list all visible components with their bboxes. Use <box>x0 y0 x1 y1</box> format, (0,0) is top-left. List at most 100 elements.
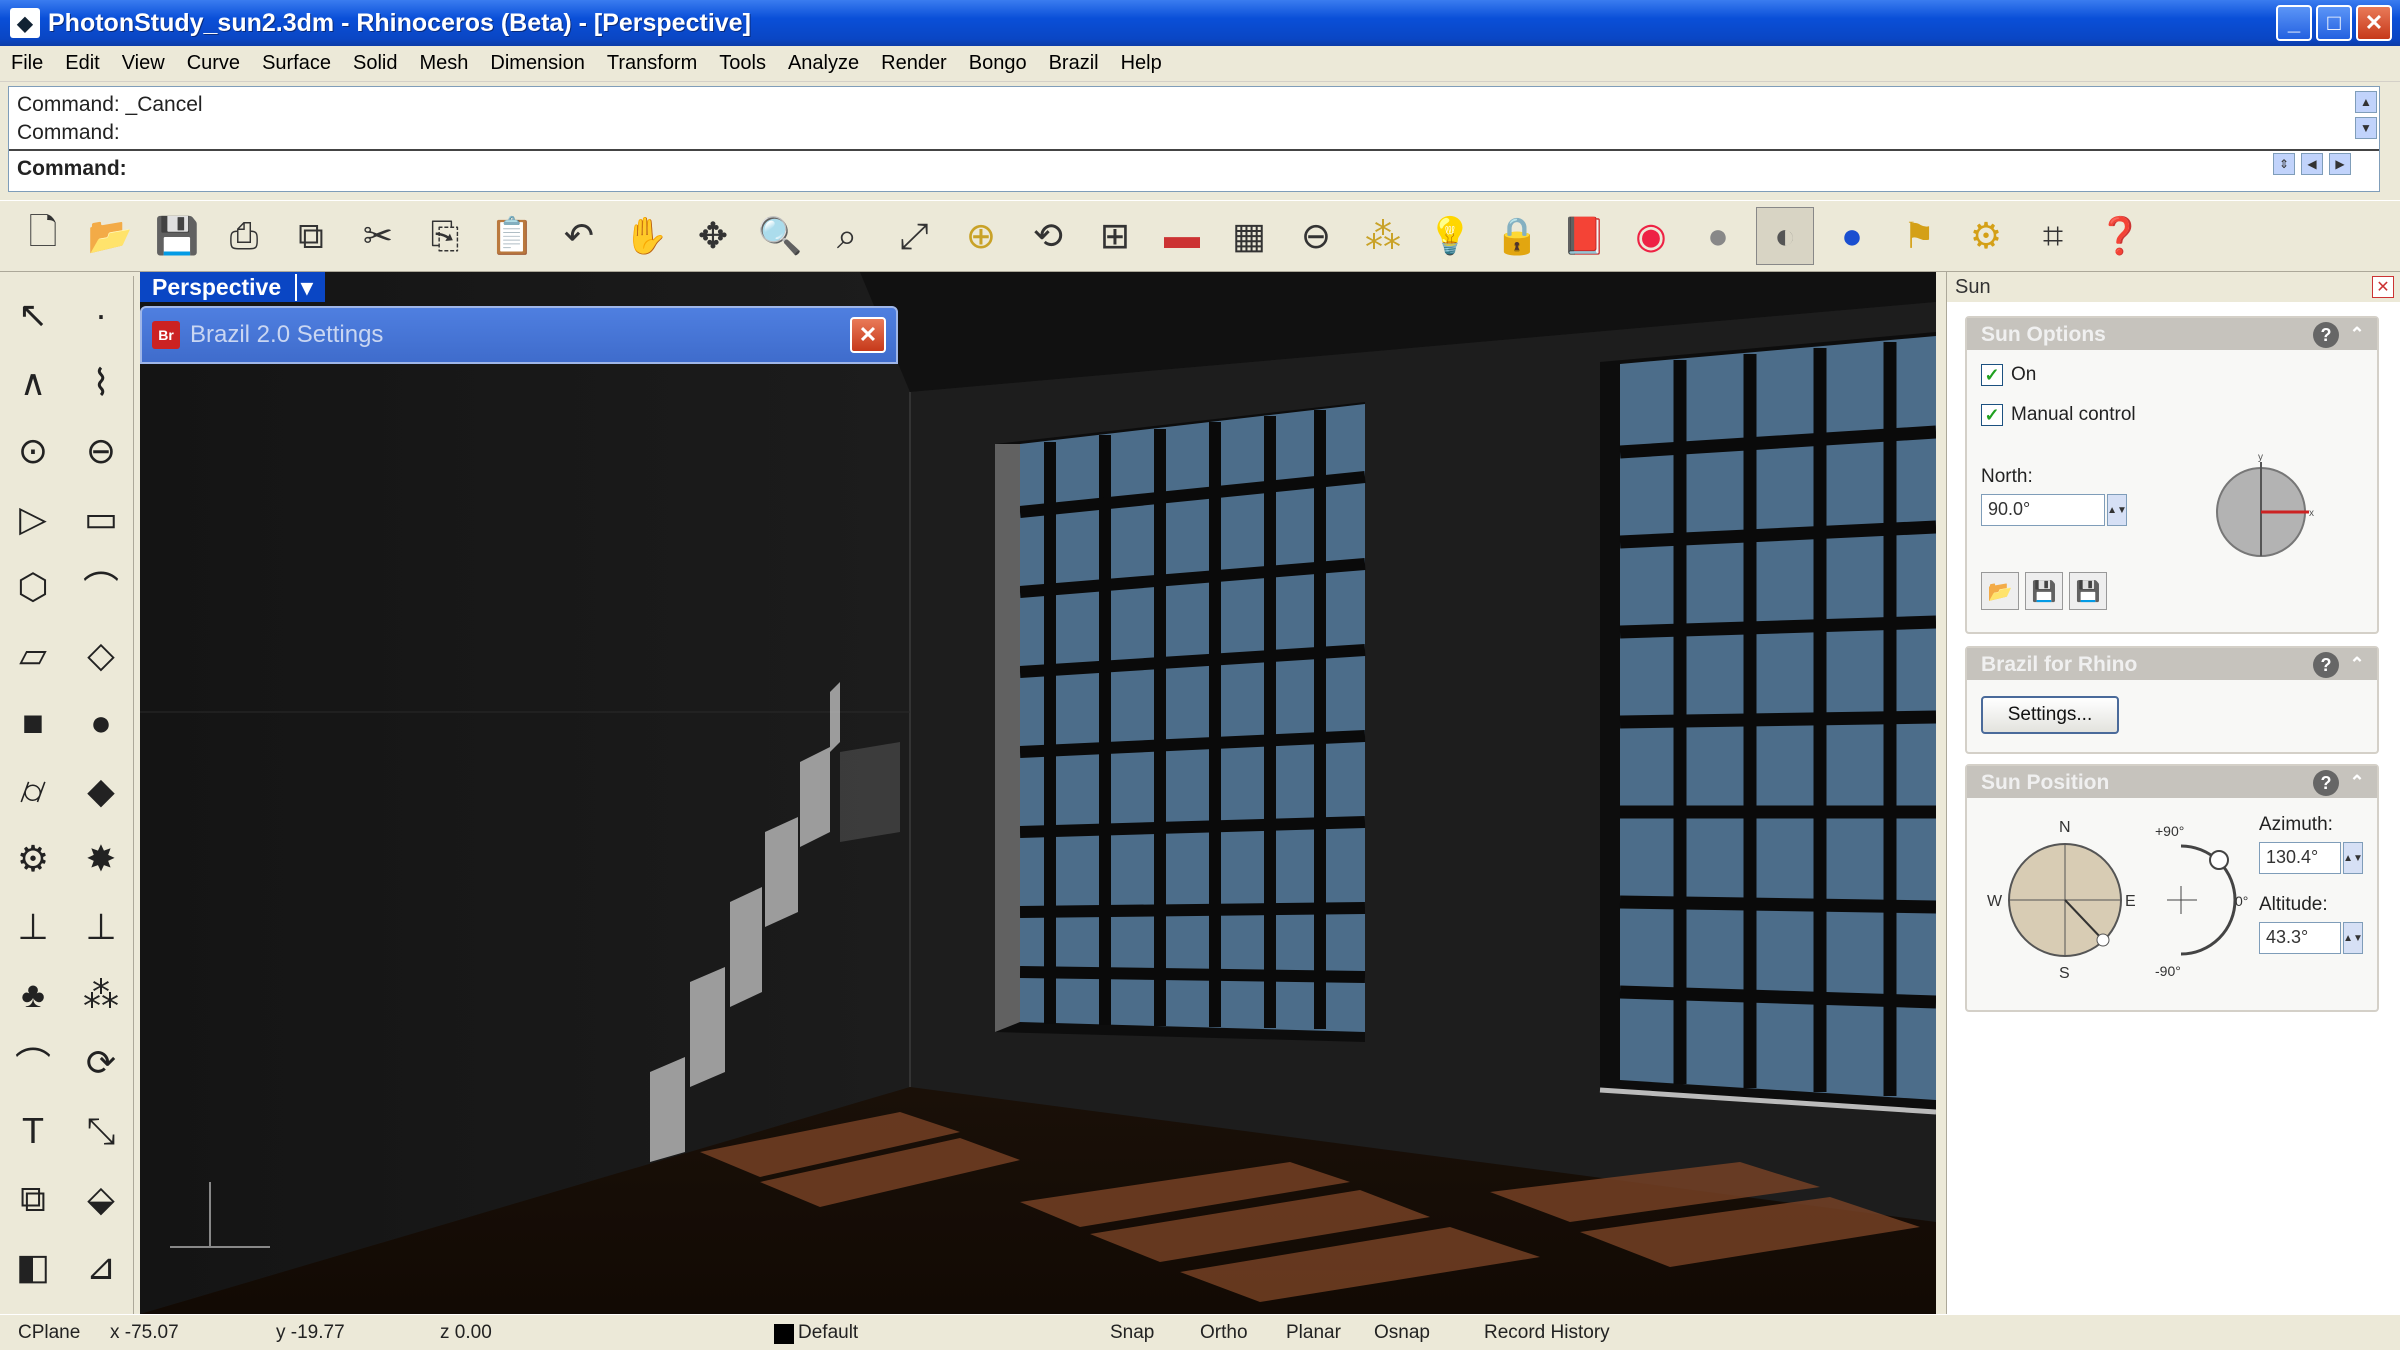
surface-icon[interactable]: ▱ <box>4 626 62 684</box>
collapse-icon[interactable]: ⌃ <box>2345 322 2369 346</box>
save-as-icon[interactable]: 💾 <box>2069 572 2107 610</box>
open-folder-icon[interactable]: 📂 <box>1981 572 2019 610</box>
dimension-icon[interactable]: ⌗ <box>2024 207 2082 265</box>
material-book-icon[interactable]: 📕 <box>1555 207 1613 265</box>
menu-mesh[interactable]: Mesh <box>408 52 479 75</box>
box-icon[interactable]: ■ <box>4 694 62 752</box>
rotate-view-icon[interactable]: ⟲ <box>1019 207 1077 265</box>
lock-icon[interactable]: 🔒 <box>1488 207 1546 265</box>
text-icon[interactable]: T <box>4 1102 62 1160</box>
snap-icon[interactable]: ⁂ <box>1354 207 1412 265</box>
help-icon[interactable]: ? <box>2313 770 2339 796</box>
circle-icon[interactable]: ⊙ <box>4 422 62 480</box>
check-icon[interactable]: ✓ <box>1981 364 2003 386</box>
on-checkbox[interactable]: ✓ On <box>1981 364 2036 386</box>
arc-icon[interactable]: ▷ <box>4 490 62 548</box>
select-arrow-icon[interactable]: ↖ <box>4 286 62 344</box>
new-file-icon[interactable]: 🗋 <box>14 207 72 265</box>
gear-icon[interactable]: ⚙ <box>4 830 62 888</box>
shaded-sphere-icon[interactable]: ● <box>1689 207 1747 265</box>
scroll-down-icon[interactable]: ▼ <box>2355 117 2377 139</box>
array-icon[interactable]: ⁂ <box>72 966 130 1024</box>
menu-transform[interactable]: Transform <box>596 52 708 75</box>
fillet-icon[interactable]: ⌒ <box>72 558 130 616</box>
extend-icon[interactable]: ⟳ <box>72 1034 130 1092</box>
menu-solid[interactable]: Solid <box>342 52 408 75</box>
help-icon[interactable]: ? <box>2313 322 2339 348</box>
zoom-icon[interactable]: 🔍 <box>751 207 809 265</box>
menu-brazil[interactable]: Brazil <box>1038 52 1110 75</box>
dialog-close-button[interactable]: ✕ <box>850 317 886 353</box>
perspective-viewport[interactable]: Perspective ▾ <box>140 272 1936 1314</box>
history-scroll[interactable]: ▲ ▼ <box>2355 91 2377 139</box>
settings-button[interactable]: Settings... <box>1981 696 2119 734</box>
minimize-button[interactable]: _ <box>2276 5 2312 41</box>
azimuth-spinner[interactable]: ▲▼ <box>2343 842 2363 874</box>
zoom-window-icon[interactable]: ⌕ <box>818 207 876 265</box>
status-snap[interactable]: Snap <box>1110 1322 1154 1344</box>
curve-icon[interactable]: ⌇ <box>72 354 130 412</box>
status-cplane[interactable]: CPlane <box>18 1322 80 1344</box>
scale-icon[interactable]: ⤡ <box>72 1102 130 1160</box>
zoom-selected-icon[interactable]: ⊕ <box>952 207 1010 265</box>
manual-control-checkbox[interactable]: ✓ Manual control <box>1981 404 2136 426</box>
collapse-icon[interactable]: ⌃ <box>2345 652 2369 676</box>
import-icon[interactable]: ⧉ <box>282 207 340 265</box>
open-folder-icon[interactable]: 📂 <box>81 207 139 265</box>
prev-icon[interactable]: ◀ <box>2301 153 2323 175</box>
menu-render[interactable]: Render <box>870 52 958 75</box>
loft-icon[interactable]: ◇ <box>72 626 130 684</box>
status-ortho[interactable]: Ortho <box>1200 1322 1248 1344</box>
status-layer[interactable]: Default <box>798 1322 858 1344</box>
rectangle-icon[interactable]: ▭ <box>72 490 130 548</box>
north-spinner[interactable]: ▲▼ <box>2107 494 2127 526</box>
help-icon[interactable]: ❓ <box>2091 207 2149 265</box>
block-icon[interactable]: ⧉ <box>4 1170 62 1228</box>
polygon-icon[interactable]: ⬡ <box>4 558 62 616</box>
menu-tools[interactable]: Tools <box>708 52 777 75</box>
viewport-dropdown-icon[interactable]: ▾ <box>295 273 313 301</box>
scroll-up-icon[interactable]: ▲ <box>2355 91 2377 113</box>
command-input[interactable]: Command: <box>9 149 2379 191</box>
collapse-icon[interactable]: ⌃ <box>2345 770 2369 794</box>
cylinder-icon[interactable]: ⌭ <box>4 762 62 820</box>
mesh-icon[interactable]: ◆ <box>72 762 130 820</box>
cplane-icon[interactable]: ▬ <box>1153 207 1211 265</box>
undo-icon[interactable]: ↶ <box>550 207 608 265</box>
layer-color-swatch[interactable] <box>774 1324 794 1344</box>
cut-icon[interactable]: ✂ <box>349 207 407 265</box>
menu-view[interactable]: View <box>111 52 176 75</box>
paste-icon[interactable]: 📋 <box>483 207 541 265</box>
pan-hand-icon[interactable]: ✋ <box>617 207 675 265</box>
north-input[interactable]: 90.0° <box>1981 494 2105 526</box>
light-bulb-icon[interactable]: 💡 <box>1421 207 1479 265</box>
sun-options-header[interactable]: Sun Options ? ⌃ <box>1967 318 2377 350</box>
panel-close-icon[interactable]: ✕ <box>2372 276 2394 298</box>
explode-icon[interactable]: ✸ <box>72 830 130 888</box>
boolean-icon[interactable]: ● <box>72 694 130 752</box>
status-planar[interactable]: Planar <box>1286 1322 1341 1344</box>
menu-surface[interactable]: Surface <box>251 52 342 75</box>
menu-help[interactable]: Help <box>1110 52 1173 75</box>
altitude-input[interactable]: 43.3° <box>2259 922 2341 954</box>
azimuth-compass[interactable]: N S E W <box>1981 806 2149 986</box>
updown-icon[interactable]: ⇕ <box>2273 153 2295 175</box>
zoom-extents-icon[interactable]: ⤢ <box>885 207 943 265</box>
azimuth-input[interactable]: 130.4° <box>2259 842 2341 874</box>
menu-bongo[interactable]: Bongo <box>958 52 1038 75</box>
status-osnap[interactable]: Osnap <box>1374 1322 1430 1344</box>
point-icon[interactable]: · <box>72 286 130 344</box>
grid-icon[interactable]: ▦ <box>1220 207 1278 265</box>
options-gear-icon[interactable]: ⚙ <box>1957 207 2015 265</box>
brazil-settings-dialog[interactable]: Br Brazil 2.0 Settings ✕ <box>140 306 898 364</box>
sun-position-header[interactable]: Sun Position ? ⌃ <box>1967 766 2377 798</box>
split-icon[interactable]: ⊥ <box>72 898 130 956</box>
rendered-sphere-icon[interactable]: ◐ <box>1756 207 1814 265</box>
menu-curve[interactable]: Curve <box>176 52 251 75</box>
offset-icon[interactable]: ⌒ <box>4 1034 62 1092</box>
status-record-history[interactable]: Record History <box>1484 1322 1610 1344</box>
menu-file[interactable]: File <box>0 52 54 75</box>
help-icon[interactable]: ? <box>2313 652 2339 678</box>
maximize-button[interactable]: □ <box>2316 5 2352 41</box>
menu-edit[interactable]: Edit <box>54 52 110 75</box>
